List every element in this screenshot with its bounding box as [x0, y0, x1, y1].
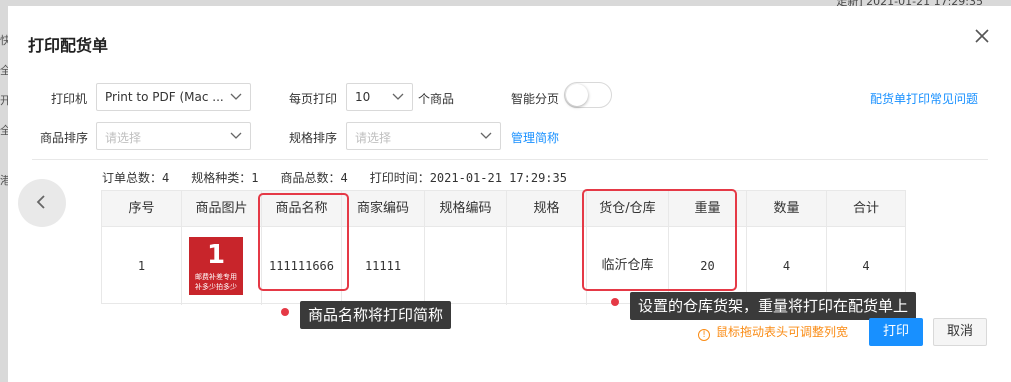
smart-paging-label: 智能分页 [511, 92, 560, 106]
cancel-button[interactable]: 取消 [933, 318, 987, 346]
product-total: 商品总数：4 [280, 171, 348, 185]
print-packing-slip-dialog: 打印配货单 打印机 Print to PDF (Mac ... 每页打印 10 … [8, 6, 1011, 382]
chevron-down-icon [392, 93, 404, 100]
column-resize-hint: ! 鼠标拖动表头可调整列宽 [698, 323, 848, 341]
column-header-total[interactable]: 合计 [827, 191, 905, 227]
info-icon: ! [698, 329, 710, 341]
warehouse-weight-highlight [582, 189, 737, 291]
spec-sort-placeholder: 请选择 [355, 131, 392, 145]
cell-spec-code [425, 227, 507, 305]
chevron-left-icon [36, 195, 45, 209]
per-page-select[interactable]: 10 [346, 83, 413, 111]
smart-paging-toggle[interactable] [564, 82, 612, 108]
printer-select-value: Print to PDF (Mac ... [105, 90, 224, 104]
product-sort-placeholder: 请选择 [105, 131, 142, 145]
warehouse-annotation-tip: 设置的仓库货架，重量将打印在配货单上 [630, 292, 917, 320]
background-strip: 快 全 开 全 港 [0, 0, 8, 382]
cell-index: 1 [102, 227, 182, 305]
toggle-knob [566, 84, 588, 106]
order-total: 订单总数：4 [102, 171, 170, 185]
manage-alias-link[interactable]: 管理简称 [511, 129, 559, 146]
column-header-spec[interactable]: 规格 [507, 191, 587, 227]
per-page-label: 每页打印 [289, 92, 338, 106]
divider [32, 159, 988, 160]
printer-select[interactable]: Print to PDF (Mac ... [96, 83, 251, 111]
column-header-merchant-code[interactable]: 商家编码 [342, 191, 425, 227]
column-header-index[interactable]: 序号 [102, 191, 182, 227]
background-glyph: 港 [0, 174, 8, 187]
background-glyph: 开 [0, 94, 8, 107]
background-glyph: 全 [0, 124, 8, 137]
thumbnail-number: 1 [206, 240, 226, 270]
product-sort-label: 商品排序 [40, 131, 89, 145]
cell-spec [507, 227, 587, 305]
per-page-select-value: 10 [355, 90, 371, 104]
previous-page-button[interactable] [18, 179, 66, 227]
column-resize-hint-text: 鼠标拖动表头可调整列宽 [716, 325, 849, 339]
spec-sort-select[interactable]: 请选择 [346, 122, 501, 150]
column-header-quantity[interactable]: 数量 [747, 191, 827, 227]
name-annotation-tip: 商品名称将打印简称 [300, 301, 452, 329]
spec-types: 规格种类：1 [191, 171, 259, 185]
chevron-down-icon [230, 132, 242, 139]
per-page-unit: 个商品 [418, 92, 455, 106]
cell-image: 1 邮费补差专用 补多少拍多少 [182, 227, 262, 305]
column-header-image[interactable]: 商品图片 [182, 191, 262, 227]
print-time: 打印时间：2021-01-21 17:29:35 [369, 171, 567, 185]
thumbnail-text-2: 补多少拍多少 [195, 283, 237, 291]
printer-label: 打印机 [51, 92, 88, 106]
annotation-dot [611, 298, 619, 306]
dialog-title: 打印配货单 [28, 36, 109, 55]
chevron-down-icon [480, 132, 492, 139]
cell-merchant-code: 11111 [342, 227, 425, 305]
product-sort-select[interactable]: 请选择 [96, 122, 251, 150]
faq-link[interactable]: 配货单打印常见问题 [870, 90, 978, 107]
annotation-dot [281, 308, 289, 316]
column-header-spec-code[interactable]: 规格编码 [425, 191, 507, 227]
background-glyph: 快 [0, 34, 8, 47]
spec-sort-label: 规格排序 [289, 131, 338, 145]
background-glyph: 全 [0, 64, 8, 77]
close-icon[interactable] [972, 26, 992, 46]
print-button[interactable]: 打印 [869, 318, 923, 346]
product-thumbnail: 1 邮费补差专用 补多少拍多少 [189, 237, 243, 295]
chevron-down-icon [230, 93, 242, 100]
name-column-highlight [258, 193, 349, 291]
packing-slip-table: 序号 商品图片 商品名称 商家编码 规格编码 规格 货仓/仓库 重量 数量 合计… [101, 190, 906, 305]
order-summary: 订单总数：4 规格种类：1 商品总数：4 打印时间：2021-01-21 17:29:… [102, 169, 589, 186]
thumbnail-text-1: 邮费补差专用 [195, 273, 237, 281]
